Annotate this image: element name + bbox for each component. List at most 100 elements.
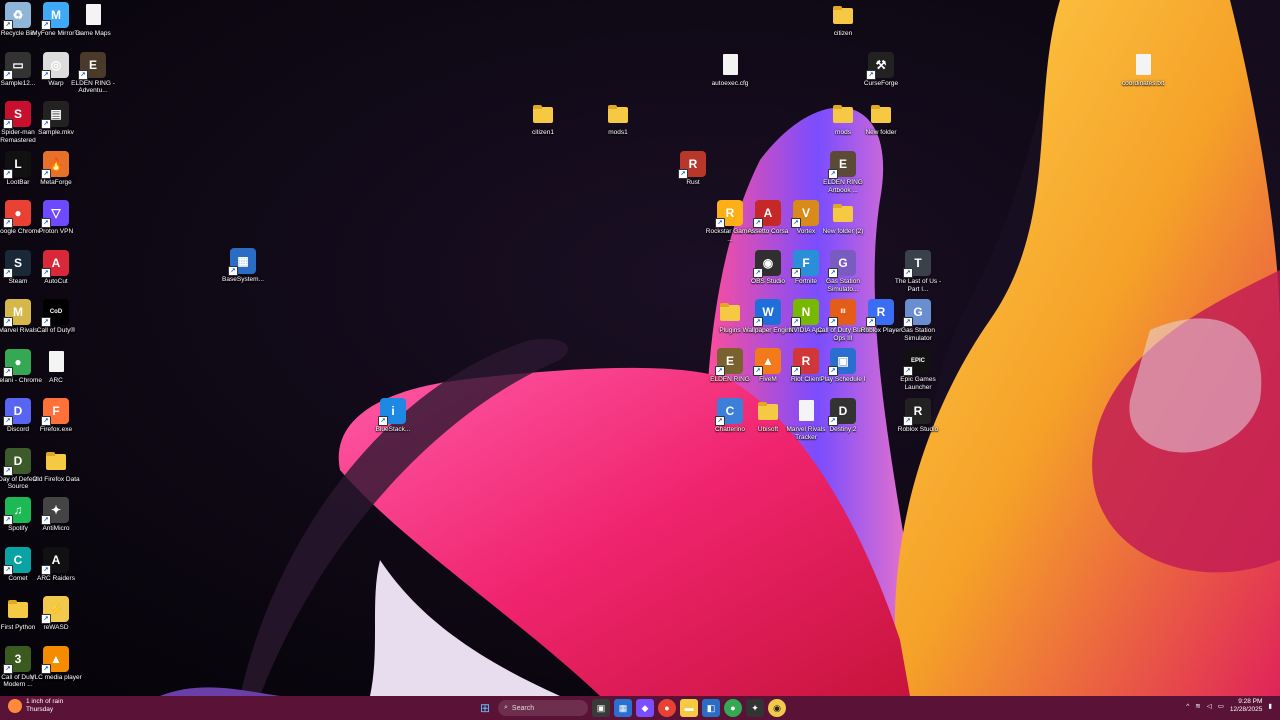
- desktop-icon-call-of-duty[interactable]: CoD ↗ Call of Duty®: [30, 299, 82, 335]
- rockstar-icon: R ↗: [715, 200, 743, 228]
- wifi-icon[interactable]: ≋: [1195, 702, 1200, 710]
- file-explorer-icon[interactable]: ▬: [680, 699, 698, 717]
- obs-icon: ◉ ↗: [753, 250, 781, 278]
- desktop-icon-metaforge[interactable]: 🔥 ↗ MetaForge: [30, 150, 82, 187]
- desktop-icon-vlc[interactable]: ▲ ↗ VLC media player: [30, 645, 82, 682]
- battery-icon[interactable]: ▭: [1218, 702, 1224, 710]
- taskbar-center: ⊞ ⌕ Search ▣ ▦ ◆ ● ▬ ◧ ● ✦ ◉: [476, 698, 786, 718]
- imyfone-icon: M ↗: [41, 2, 69, 30]
- google-chrome-icon: ● ↗: [3, 200, 31, 228]
- shortcut-arrow-icon: ↗: [753, 366, 763, 376]
- new-folder-2-icon: [830, 200, 856, 226]
- desktop-icon-elden-ring-artbook[interactable]: E ↗ ELDEN RING Artbook ...: [817, 151, 869, 194]
- desktop-icon-coordinates[interactable]: coordinates.txt: [1117, 52, 1169, 88]
- weather-day: Thursday: [26, 706, 54, 713]
- start-button[interactable]: ⊞: [476, 699, 494, 717]
- desktop-icon-label: ELDEN RING - Adventu...: [71, 79, 115, 95]
- marvel-rivals-tracker-icon: [793, 398, 819, 424]
- fortnite-icon: F ↗: [791, 250, 819, 278]
- desktop-icon-label: mods1: [608, 129, 628, 136]
- desktop-icon-rewasd[interactable]: ⚡ ↗ reWASD: [30, 596, 82, 632]
- shortcut-arrow-icon: ↗: [828, 366, 838, 376]
- desktop-icon-last-of-us[interactable]: T ↗ The Last of Us - Part I...: [892, 250, 944, 293]
- clock[interactable]: 9:28 PM 12/28/2025: [1230, 698, 1263, 714]
- desktop-icon-label: Sample.mkv: [38, 129, 74, 136]
- store-icon[interactable]: ◧: [702, 699, 720, 717]
- desktop-icon-basesystem[interactable]: ▦ ↗ BaseSystem...: [217, 248, 269, 284]
- desktop-icon-play-schedule[interactable]: ▣ ↗ Play Schedule I: [817, 348, 869, 384]
- desktop-icon-label: coordinates.txt: [1121, 80, 1165, 87]
- desktop-icon-label: CurseForge: [863, 80, 899, 87]
- desktop-icon-game-maps[interactable]: Game Maps: [67, 2, 119, 38]
- desktop-icon-gas-station-sim-2[interactable]: G ↗ Gas Station Simulator: [892, 299, 944, 342]
- desktop-icon-citizen1[interactable]: citizen1: [517, 101, 569, 137]
- desktop-icon-rust[interactable]: R ↗ Rust: [667, 151, 719, 187]
- desktop-icon-roblox-studio[interactable]: R ↗ Roblox Studio: [892, 398, 944, 434]
- weather-widget[interactable]: 1 inch of rain Thursday: [8, 698, 63, 714]
- melani-chrome-icon: ● ↗: [3, 348, 31, 377]
- desktop-icon-arc-raiders[interactable]: A ↗ ARC Raiders: [30, 546, 82, 583]
- desktop-icon-label: BlueStack...: [375, 426, 411, 433]
- desktop-icon-epic-games[interactable]: EPIC ↗ Epic Games Launcher: [892, 348, 944, 391]
- desktop-icon-new-folder[interactable]: New folder: [855, 101, 907, 137]
- task-view-icon[interactable]: ▣: [592, 699, 610, 717]
- desktop-icon-label: citizen1: [531, 129, 555, 136]
- desktop-icon-label: VLC media player: [30, 673, 82, 681]
- copilot-icon[interactable]: ◆: [636, 699, 654, 717]
- desktop-icon-autoexec-cfg[interactable]: autoexec.cfg: [704, 52, 756, 88]
- app-icon[interactable]: ✦: [746, 699, 764, 717]
- desktop-icon-gas-station-sim-1[interactable]: G ↗ Gas Station Simulato...: [817, 250, 869, 293]
- chrome-icon[interactable]: ●: [658, 699, 676, 717]
- desktop-icon-old-firefox-data[interactable]: Old Firefox Data: [30, 448, 82, 484]
- shortcut-arrow-icon: ↗: [791, 317, 801, 327]
- desktop-icon-curseforge[interactable]: ⚒ ↗ CurseForge: [855, 52, 907, 88]
- comet-icon: C ↗: [3, 546, 31, 575]
- desktop-icon-label: ARC Raiders: [37, 574, 75, 582]
- shortcut-arrow-icon: ↗: [41, 515, 51, 525]
- volume-icon[interactable]: ◁: [1207, 702, 1212, 710]
- app-yellow-icon[interactable]: ◉: [768, 699, 786, 717]
- shortcut-arrow-icon: ↗: [3, 416, 13, 426]
- desktop-icon-bluestacks[interactable]: i ↗ BlueStack...: [367, 398, 419, 434]
- widgets-icon[interactable]: ▦: [614, 699, 632, 717]
- gas-station-sim-2-icon: G ↗: [903, 299, 931, 327]
- desktop-icon-proton-vpn[interactable]: ▽ ↗ Proton VPN: [30, 200, 82, 236]
- desktop-icon-antimicro[interactable]: ✦ ↗ AntiMicro: [30, 497, 82, 533]
- roblox-studio-icon: R ↗: [903, 398, 931, 426]
- ubisoft-icon: [755, 398, 781, 424]
- desktop-icon-citizen[interactable]: citizen: [817, 2, 869, 38]
- rewasd-icon: ⚡ ↗: [41, 596, 69, 624]
- metaforge-icon: 🔥 ↗: [41, 150, 69, 179]
- chevron-up-icon[interactable]: ^: [1186, 703, 1189, 710]
- shortcut-arrow-icon: ↗: [41, 416, 51, 426]
- desktop-icon-label: AntiMicro: [42, 525, 70, 532]
- system-tray: ^ ≋ ◁ ▭ 9:28 PM 12/28/2025 ▮: [1186, 698, 1272, 714]
- desktop-icon-arc[interactable]: ARC: [30, 349, 82, 385]
- shortcut-arrow-icon: ↗: [828, 268, 838, 278]
- desktop-icon-autocut[interactable]: A ↗ AutoCut: [30, 249, 82, 286]
- desktop-icon-new-folder-2[interactable]: New folder (2): [817, 200, 869, 236]
- desktop-icon-elden-ring-adv[interactable]: E ↗ ELDEN RING - Adventu...: [67, 51, 119, 95]
- rust-icon: R ↗: [678, 151, 706, 179]
- elden-ring-artbook-icon: E ↗: [828, 151, 856, 179]
- desktop-icon-firefox-exe[interactable]: F ↗ Firefox.exe: [30, 398, 82, 434]
- taskbar-search[interactable]: ⌕ Search: [498, 700, 588, 716]
- shortcut-arrow-icon: ↗: [715, 218, 725, 228]
- chrome-profile-icon[interactable]: ●: [724, 699, 742, 717]
- notification-icon[interactable]: ▮: [1268, 702, 1272, 710]
- shortcut-arrow-icon: ↗: [828, 416, 838, 426]
- desktop-icon-label: Gas Station Simulator: [901, 327, 935, 342]
- shortcut-arrow-icon: ↗: [753, 268, 763, 278]
- desktop-icon-destiny-2[interactable]: D ↗ Destiny 2: [817, 398, 869, 434]
- shortcut-arrow-icon: ↗: [3, 168, 13, 179]
- desktop-icon-sample-mkv[interactable]: ▤ ↗ Sample.mkv: [30, 101, 82, 137]
- shortcut-arrow-icon: ↗: [41, 168, 51, 179]
- desktop-icon-label: AutoCut: [44, 277, 68, 285]
- roblox-player-icon: R ↗: [866, 299, 894, 327]
- desktop-icon-mods1[interactable]: mods1: [592, 101, 644, 137]
- desktop-icon-label: Old Firefox Data: [32, 475, 80, 483]
- shortcut-arrow-icon: ↗: [791, 218, 801, 228]
- nvidia-app-icon: N ↗: [791, 299, 819, 327]
- firefox-exe-icon: F ↗: [41, 398, 69, 426]
- desktop-icon-label: The Last of Us - Part I...: [894, 278, 942, 293]
